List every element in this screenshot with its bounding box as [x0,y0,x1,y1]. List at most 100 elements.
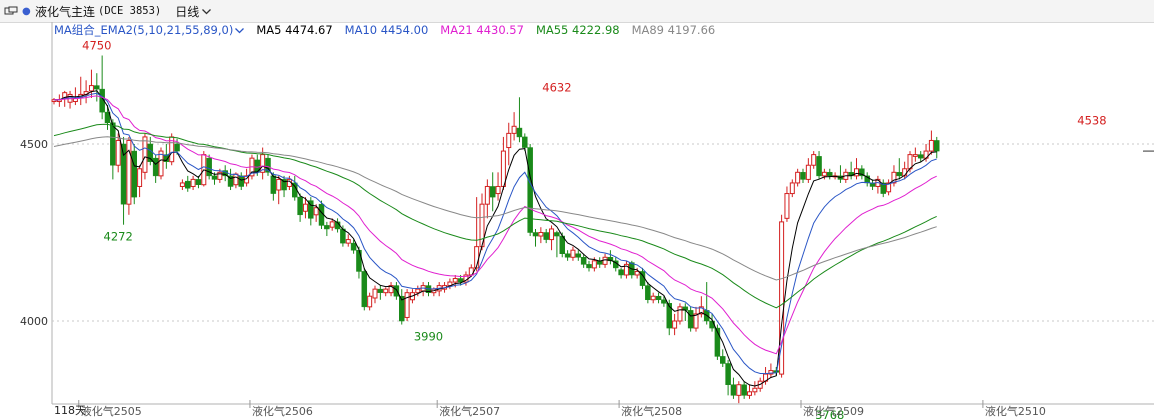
candle-body [174,143,180,152]
candle-body [795,171,801,184]
candle-body [661,299,667,304]
legend-ma5: MA5 4474.67 [256,23,333,37]
legend-ma89: MA89 4197.66 [631,23,716,37]
ma-group-select[interactable]: MA组合_EMA2(5,10,21,55,89,0) [54,22,245,38]
candle-body [805,164,811,180]
legend-ma21: MA21 4430.57 [440,23,524,37]
legend-ma10: MA10 4454.00 [344,23,429,37]
annotation-high-4632: 4632 [542,80,571,94]
annotation-high-4750: 4750 [82,39,111,53]
ma-group-chevron-icon [235,23,245,37]
candle-body [329,221,335,228]
candle-body [511,125,517,134]
candle-body [94,85,100,90]
annotation-high-4538: 4538 [1077,114,1106,128]
candle-body [404,292,410,318]
candle-body [324,225,330,230]
candle-body [350,242,357,251]
candle-body [816,156,822,177]
candle-body [516,127,523,138]
candle-body [415,288,421,294]
candle-body [297,196,303,216]
ma5-line [54,90,937,387]
candle-body [827,172,833,177]
candle-body [736,384,742,396]
candle-body [752,387,758,393]
legend-ma55: MA55 4222.98 [535,23,620,37]
candle-body [211,175,218,180]
candle-body [500,150,506,187]
candle-body [88,85,94,92]
candle-body [821,171,827,177]
candle-body [233,173,239,186]
candle-body [934,140,940,152]
candle-body [693,313,699,329]
candle-body [495,185,501,195]
candle-body [452,278,458,283]
candle-body [137,168,143,187]
candle-body [800,172,806,180]
candle-body [747,391,752,396]
candle-body [115,139,121,166]
candle-body [634,270,640,276]
candle-body [361,271,368,308]
candle-body [506,132,512,149]
candle-body [179,182,185,187]
candle-body [142,136,148,173]
candle-body [784,193,790,219]
candle-body [543,232,549,240]
ma21-line [54,95,937,355]
candle-body [591,260,597,269]
x-tick-label-4: 液化气2509 [803,404,864,418]
candle-body [185,180,191,189]
candle-body [586,264,592,269]
candle-body [554,232,560,237]
x-tick-label-0: 液化气2505 [81,404,142,418]
candle-body [618,269,624,276]
candle-body [489,186,496,198]
annotation-low-3990: 3990 [414,330,443,344]
candle-body [238,175,244,187]
candle-body [377,288,384,293]
x-tick-label-3: 液化气2508 [621,404,682,418]
candle-body [532,232,539,237]
candle-body [575,253,582,258]
candle-body [345,239,351,244]
y-tick-label-4500: 4500 [20,138,48,151]
y-tick-label-4000: 4000 [20,315,48,328]
candle-body [720,356,726,364]
candle-body [725,363,731,385]
candle-body [730,384,737,396]
candle-body [917,154,924,159]
ma-group-label: MA组合_EMA2(5,10,21,55,89,0) [54,23,234,37]
candle-body [580,257,587,265]
candle-body [854,168,859,177]
indicator-legend: MA组合_EMA2(5,10,21,55,89,0) MA5 4474.67 M… [54,22,727,38]
ma10-line [54,92,937,375]
candle-body [356,249,362,272]
candle-body [302,203,308,212]
candle-body [276,178,282,191]
candle-body [383,288,389,294]
candle-body [741,384,747,396]
candle-body [522,136,528,148]
candle-body [538,232,544,237]
candle-body [484,185,490,205]
candle-body [602,256,608,265]
candle-body [655,295,662,301]
x-tick-label-1: 液化气2506 [252,404,313,418]
bars-count-label: 118天 [54,404,86,417]
candle-body [457,278,464,283]
candle-body [896,172,903,177]
candle-body [687,310,694,329]
candle-body [110,122,116,166]
x-tick-label-5: 液化气2510 [985,404,1046,418]
ma89-line [53,136,937,281]
candle-body [313,207,319,216]
candle-body [367,295,373,308]
candlestick-chart[interactable]: 40004500475042723990463237684538液化气2505 液… [0,0,1154,420]
candle-body [650,295,656,301]
candle-body [270,175,277,194]
candle-body [564,253,571,258]
candle-body [549,228,555,241]
